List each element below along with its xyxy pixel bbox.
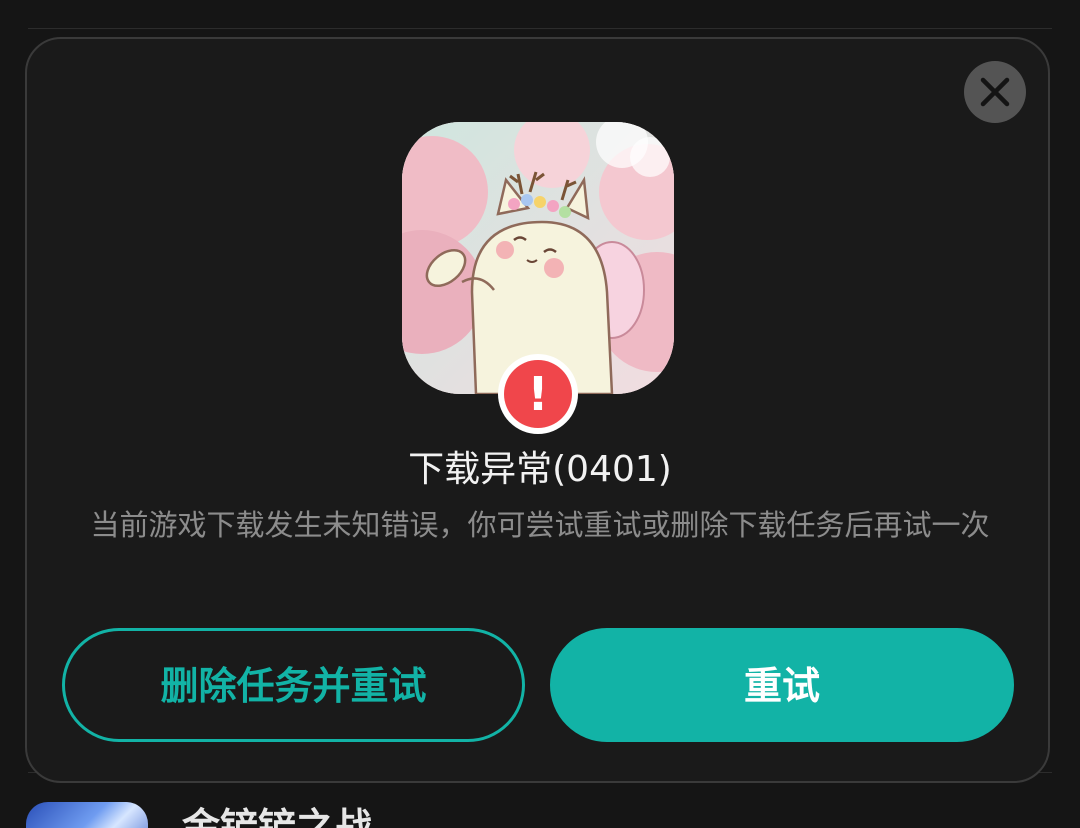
error-badge: ! xyxy=(498,354,578,434)
error-description: 当前游戏下载发生未知错误，你可尝试重试或删除下载任务后再试一次 xyxy=(90,508,990,542)
error-title: 下载异常(0401) xyxy=(408,449,672,490)
background-divider xyxy=(28,28,1052,29)
retry-button[interactable]: 重试 xyxy=(550,628,1014,742)
error-icon: ! xyxy=(504,360,572,428)
delete-task-and-retry-button[interactable]: 删除任务并重试 xyxy=(62,628,525,742)
close-icon xyxy=(980,77,1010,107)
background-app-title[interactable]: 金铲铲之战 xyxy=(182,808,372,828)
background-app-icon[interactable] xyxy=(26,802,148,828)
screen: 金铲铲之战 ! 下载异常(0401) 当前游戏下载发生未知错误，你可尝试重试或删… xyxy=(0,0,1080,828)
close-button[interactable] xyxy=(964,61,1026,123)
